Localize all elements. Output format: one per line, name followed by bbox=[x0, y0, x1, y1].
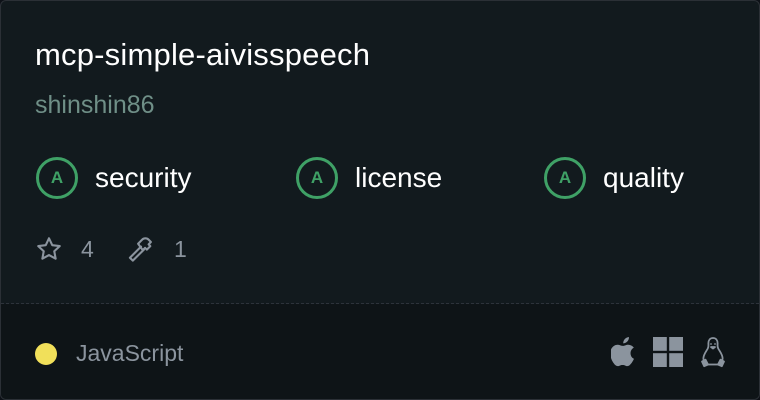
linux-icon bbox=[699, 336, 727, 373]
card-footer: JavaScript bbox=[1, 304, 759, 399]
windows-icon bbox=[653, 337, 683, 372]
hammer-icon bbox=[126, 235, 156, 263]
language-name: JavaScript bbox=[76, 340, 184, 366]
license-grade-badge: A bbox=[296, 157, 338, 199]
apple-icon bbox=[610, 337, 637, 372]
security-grade: A security bbox=[36, 155, 191, 201]
security-grade-badge: A bbox=[36, 157, 78, 199]
platform-icons bbox=[595, 336, 727, 373]
stars-stat: 4 bbox=[35, 233, 94, 265]
language-color-dot bbox=[35, 342, 57, 365]
quality-grade-badge: A bbox=[544, 157, 586, 199]
quality-label: quality bbox=[603, 162, 684, 193]
license-grade: A license bbox=[296, 155, 442, 201]
license-label: license bbox=[355, 162, 443, 193]
star-icon bbox=[35, 235, 63, 263]
language-indicator: JavaScript bbox=[35, 340, 183, 367]
repo-name[interactable]: mcp-simple-aivisspeech bbox=[35, 37, 370, 73]
card-header: mcp-simple-aivisspeech shinshin86 A secu… bbox=[1, 1, 759, 303]
repo-owner[interactable]: shinshin86 bbox=[35, 91, 155, 120]
star-count: 4 bbox=[81, 235, 94, 262]
quality-grade: A quality bbox=[544, 155, 684, 201]
tools-stat: 1 bbox=[126, 233, 187, 265]
server-card[interactable]: mcp-simple-aivisspeech shinshin86 A secu… bbox=[0, 0, 760, 400]
security-label: security bbox=[95, 162, 192, 193]
tool-count: 1 bbox=[174, 235, 187, 262]
